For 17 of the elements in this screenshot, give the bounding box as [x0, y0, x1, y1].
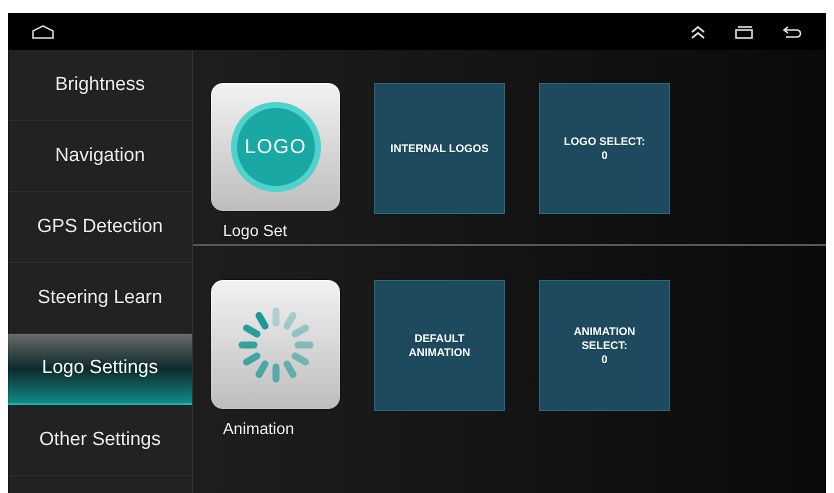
home-icon[interactable]	[32, 24, 54, 38]
option-tile[interactable]: ANIMATION SELECT: 0	[539, 280, 670, 411]
section-label: Logo Set	[223, 222, 288, 242]
option-tile[interactable]: LOGO SELECT: 0	[539, 83, 670, 214]
logo-badge: LOGO	[230, 102, 320, 192]
option-tile[interactable]: INTERNAL LOGOS	[374, 83, 505, 214]
sidebar-item[interactable]: Brightness	[8, 50, 192, 121]
sidebar-item[interactable]: Other Settings	[8, 405, 192, 476]
animation-button[interactable]	[211, 280, 340, 409]
back-icon[interactable]	[782, 24, 802, 38]
chevrons-up-icon[interactable]	[690, 24, 706, 38]
section-label: Animation	[223, 420, 294, 440]
sidebar-item[interactable]: GPS Detection	[8, 192, 192, 263]
option-tile[interactable]: DEFAULT ANIMATION	[374, 280, 505, 411]
recent-apps-icon[interactable]	[734, 24, 754, 38]
sidebar-item[interactable]: Logo Settings	[8, 334, 192, 405]
sidebar-item[interactable]: Navigation	[8, 121, 192, 192]
